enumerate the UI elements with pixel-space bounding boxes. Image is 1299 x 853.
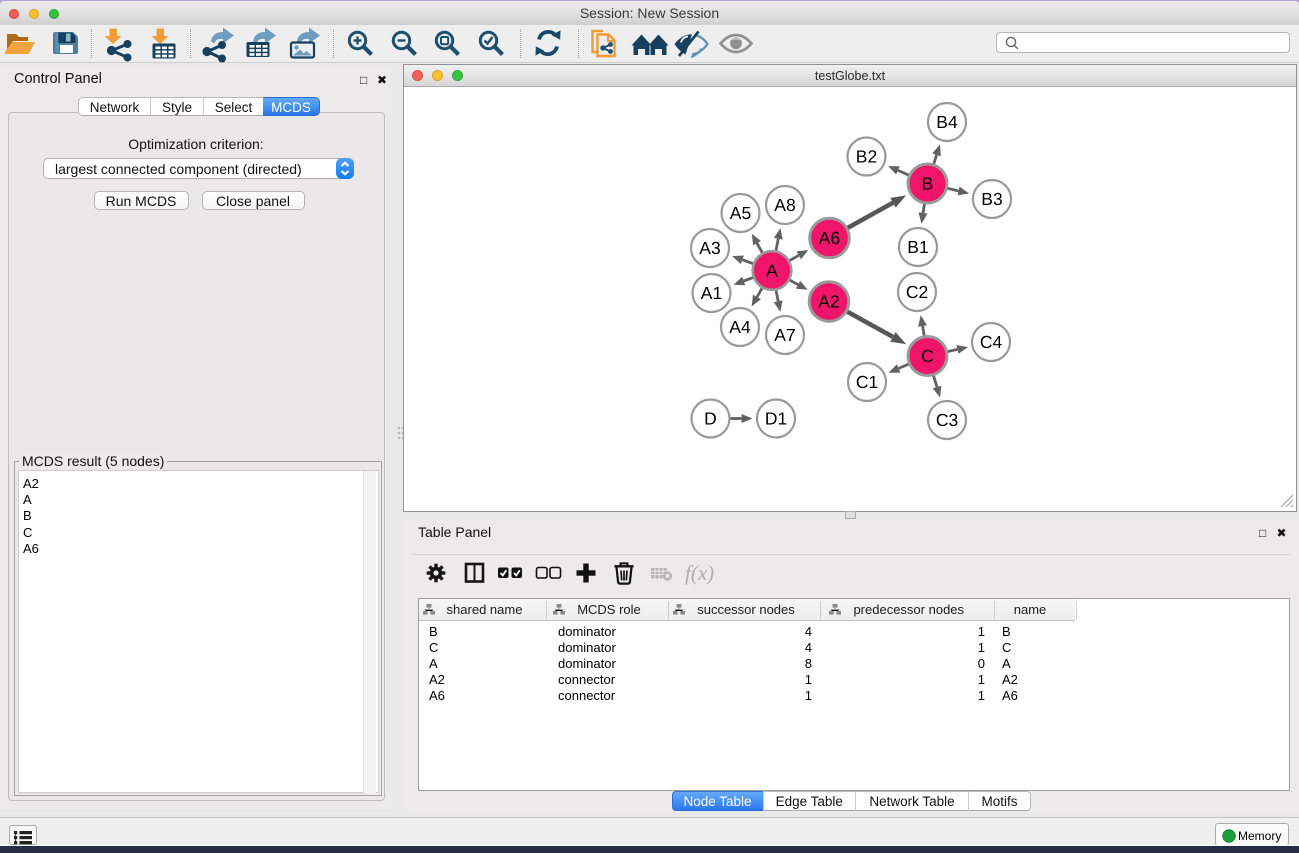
svg-text:A: A bbox=[766, 261, 778, 281]
svg-text:A7: A7 bbox=[774, 325, 795, 345]
svg-text:C: C bbox=[921, 346, 934, 366]
svg-text:C4: C4 bbox=[980, 332, 1003, 352]
svg-text:A1: A1 bbox=[701, 283, 722, 303]
svg-text:A6: A6 bbox=[819, 228, 840, 248]
svg-text:D1: D1 bbox=[765, 409, 787, 429]
svg-text:D: D bbox=[704, 409, 717, 429]
svg-text:A8: A8 bbox=[774, 195, 795, 215]
svg-text:C2: C2 bbox=[906, 282, 928, 302]
svg-text:A3: A3 bbox=[699, 238, 720, 258]
svg-text:C1: C1 bbox=[856, 372, 878, 392]
svg-text:A2: A2 bbox=[818, 292, 839, 312]
svg-text:B2: B2 bbox=[856, 147, 877, 167]
svg-text:B1: B1 bbox=[907, 237, 928, 257]
svg-text:A5: A5 bbox=[730, 203, 751, 223]
svg-text:B3: B3 bbox=[981, 189, 1002, 209]
svg-text:B4: B4 bbox=[936, 112, 958, 132]
svg-text:f(x): f(x) bbox=[685, 561, 714, 585]
svg-text:B: B bbox=[922, 174, 934, 194]
svg-text:C3: C3 bbox=[936, 410, 958, 430]
svg-text:A4: A4 bbox=[729, 317, 751, 337]
